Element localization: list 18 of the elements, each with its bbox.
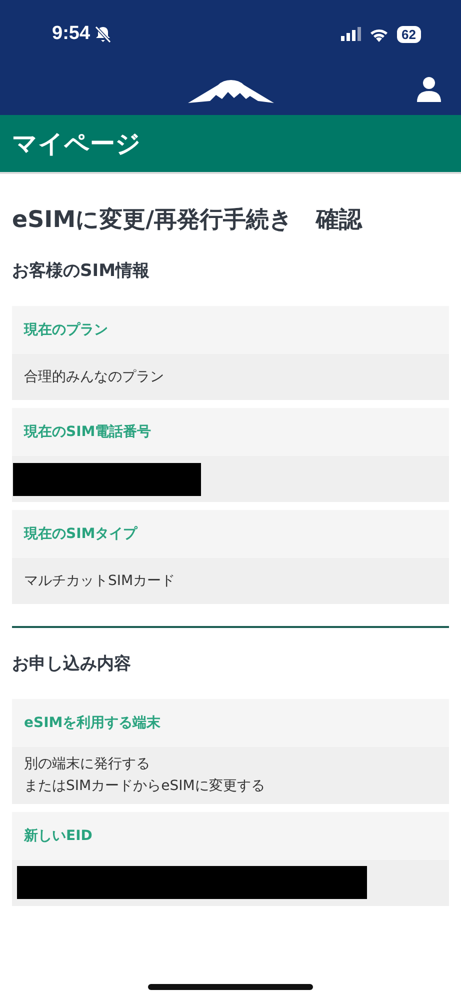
field-label: 新しいEID [12, 812, 449, 860]
status-time: 9:54 [52, 23, 90, 45]
field-label: 現在のプラン [12, 306, 449, 354]
page-title: eSIMに変更/再発行手続き 確認 [12, 206, 364, 235]
field-value: 別の端末に発行する またはSIMカードからeSIMに変更する [12, 747, 449, 804]
field-value: マルチカットSIMカード [12, 558, 449, 604]
signal-icon [340, 27, 361, 41]
section-heading: お申し込み内容 [12, 653, 132, 675]
page-header-title: マイページ [12, 128, 141, 160]
section-heading: お客様のSIM情報 [12, 260, 150, 282]
field-label: eSIMを利用する端末 [12, 699, 449, 747]
field-label: 現在のSIM電話番号 [12, 408, 449, 456]
bell-muted-icon [94, 25, 112, 43]
field-label: 現在のSIMタイプ [12, 510, 449, 558]
field-value: 合理的みんなのプラン [12, 354, 449, 400]
user-icon[interactable] [417, 76, 441, 102]
battery-level: 62 [396, 26, 421, 42]
wifi-icon [368, 26, 389, 42]
